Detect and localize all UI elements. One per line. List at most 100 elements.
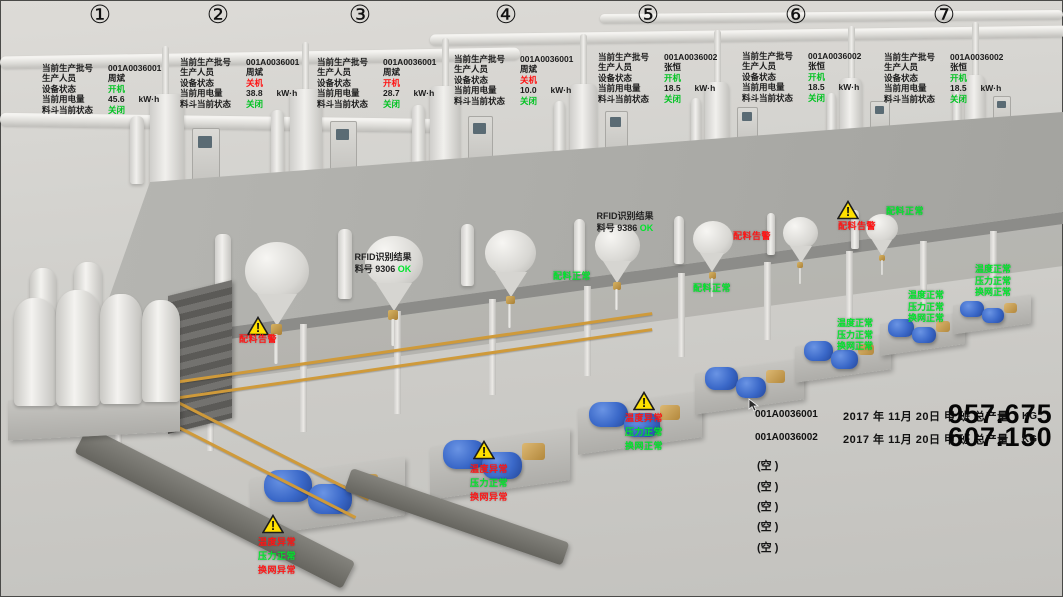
label-device-status: 设备状态 [454, 75, 520, 85]
label-device-status: 设备状态 [42, 84, 108, 94]
label-batch: 当前生产批号 [742, 51, 808, 61]
station-5-number: ⑤ [637, 0, 659, 30]
station-2-hopper-status: 关闭 [246, 99, 263, 109]
svg-text:!: ! [482, 444, 486, 459]
blue-motor [705, 367, 739, 389]
label-device-status: 设备状态 [180, 78, 246, 88]
station-2-power-unit: kW·h [277, 88, 298, 98]
support-post [394, 311, 401, 413]
support-post [678, 273, 685, 357]
station-4-panel[interactable]: 当前生产批号001A0036001 生产人员周斌 设备状态关机 当前用电量10.… [454, 54, 622, 106]
hopper-cone [872, 240, 892, 256]
station-5-panel[interactable]: 当前生产批号001A0036002 生产人员张恒 设备状态开机 当前用电量18.… [598, 52, 766, 104]
warning-icon[interactable]: ! [473, 440, 495, 460]
station-1-number: ① [89, 0, 111, 30]
batch-ok-annotation: 配料正常 [693, 281, 731, 295]
station-4-operator: 周斌 [520, 64, 537, 74]
svg-text:!: ! [642, 395, 646, 410]
label-hopper-status: 料斗当前状态 [884, 94, 950, 104]
label-power: 当前用电量 [884, 83, 950, 93]
station-7-batch: 001A0036002 [950, 52, 1003, 62]
station-7-device-status: 开机 [950, 73, 967, 83]
total-empty-slot: (空 ) [757, 518, 778, 534]
hopper-cone [700, 253, 724, 272]
station-4-batch: 001A0036001 [520, 54, 573, 64]
batch-alarm-annotation: 配料告警 [733, 229, 771, 243]
storage-silo [14, 298, 56, 406]
side-silo [338, 229, 352, 299]
svg-text:!: ! [271, 518, 275, 533]
discharge-pipe [508, 304, 511, 328]
gearbox [1004, 303, 1017, 313]
label-batch: 当前生产批号 [42, 63, 108, 73]
label-operator: 生产人员 [180, 67, 246, 77]
station-6-device-status: 开机 [808, 72, 825, 82]
total-row-2-unit: KG [1022, 434, 1037, 445]
label-power: 当前用电量 [598, 83, 664, 93]
station-2-power: 38.8 [246, 88, 263, 98]
station-7-operator: 张恒 [950, 62, 967, 72]
warning-icon[interactable]: ! [837, 200, 859, 220]
side-silo [574, 219, 585, 274]
machine-status-annotation: 温度异常 压力正常 换网正常 [625, 411, 663, 453]
blue-motor [960, 301, 984, 317]
gearbox [766, 370, 784, 383]
station-7-hopper-status: 关闭 [950, 94, 967, 104]
station-5-hopper-status: 关闭 [664, 94, 681, 104]
station-6-batch: 001A0036002 [808, 51, 861, 61]
label-batch: 当前生产批号 [598, 52, 664, 62]
station-3-power: 28.7 [383, 88, 400, 98]
label-operator: 生产人员 [42, 73, 108, 83]
warning-icon[interactable]: ! [633, 391, 655, 411]
label-power: 当前用电量 [42, 94, 108, 104]
blue-motor [736, 377, 767, 398]
total-row-1-unit: KG [1022, 411, 1037, 422]
station-7-power: 18.5 [950, 83, 967, 93]
station-7-power-unit: kW·h [981, 83, 1002, 93]
station-5-operator: 张恒 [664, 62, 681, 72]
warning-icon[interactable]: ! [262, 514, 284, 534]
label-power: 当前用电量 [317, 88, 383, 98]
gearbox [522, 443, 545, 460]
station-1-operator: 周斌 [108, 73, 125, 83]
station-1-batch: 001A0036001 [108, 63, 161, 73]
label-power: 当前用电量 [742, 82, 808, 92]
discharge-pipe [391, 319, 395, 346]
label-batch: 当前生产批号 [180, 57, 246, 67]
side-silo [674, 216, 684, 264]
ceiling-pipe [430, 26, 1063, 46]
hopper-cone [790, 246, 812, 263]
machine-status-annotation: 温度正常 压力正常 换网正常 [975, 264, 1011, 299]
rfid-result-annotation: RFID识别结果 料号 9386 OK [597, 211, 654, 234]
rfid-result-annotation: RFID识别结果 料号 9306 OK [355, 252, 412, 275]
total-empty-slot: (空 ) [757, 539, 778, 555]
station-1-power-unit: kW·h [139, 94, 160, 104]
side-silo [461, 224, 474, 286]
station-7-panel[interactable]: 当前生产批号001A0036002 生产人员张恒 设备状态开机 当前用电量18.… [884, 52, 1052, 104]
batch-ok-annotation: 配料正常 [553, 269, 591, 283]
feed-column [130, 116, 144, 184]
blue-motor [912, 327, 936, 344]
station-3-hopper-status: 关闭 [383, 99, 400, 109]
duct-pipe [0, 113, 455, 132]
station-1-hopper-status: 关闭 [108, 105, 125, 115]
hopper-cone [495, 272, 527, 297]
support-post [584, 286, 591, 376]
total-row-1-batch: 001A0036001 [755, 409, 818, 420]
hopper-sphere [693, 221, 733, 257]
station-3-power-unit: kW·h [414, 88, 435, 98]
station-3-device-status: 开机 [383, 78, 400, 88]
label-batch: 当前生产批号 [454, 54, 520, 64]
feed-column [412, 105, 424, 165]
total-empty-slot: (空 ) [757, 457, 778, 473]
label-batch: 当前生产批号 [884, 52, 950, 62]
station-2-number: ② [207, 0, 229, 30]
hmi-screen: ① ② ③ ④ ⑤ ⑥ ⑦ 当前生产批号001A0036001 生产人员周斌 设… [0, 0, 1063, 597]
feed-column [554, 101, 565, 155]
total-empty-slot: (空 ) [757, 498, 778, 514]
label-batch: 当前生产批号 [317, 57, 383, 67]
ceiling-pipe [600, 10, 1063, 23]
station-6-number: ⑥ [785, 0, 807, 30]
total-row-2-batch: 001A0036002 [755, 432, 818, 443]
label-operator: 生产人员 [317, 67, 383, 77]
